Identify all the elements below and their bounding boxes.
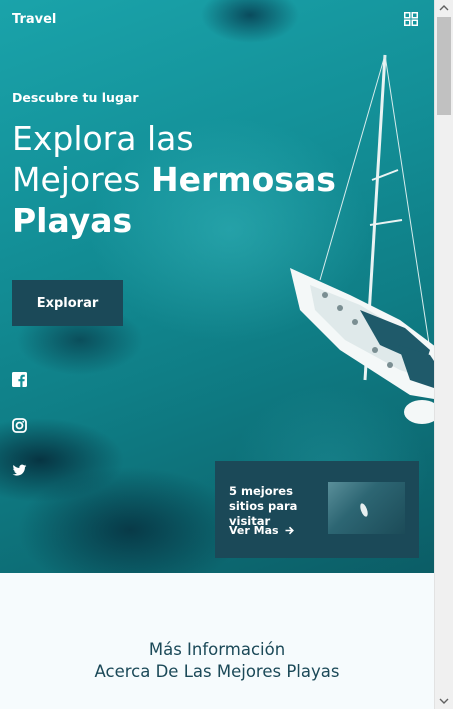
sailboat-illustration [290,54,434,424]
hero-headline: Explora las Mejores Hermosas Playas [12,118,352,241]
card-thumbnail-image[interactable] [328,482,405,534]
headline-line2-regular: Mejores [12,160,151,199]
see-more-label: Ver Mas [229,524,279,537]
explore-button[interactable]: Explorar [12,280,123,326]
more-info-line2: Acerca De Las Mejores Playas [94,662,340,681]
arrow-right-icon [285,526,294,535]
headline-line2-bold: Hermosas [150,160,336,199]
hero-eyebrow: Descubre tu lugar [12,90,139,105]
more-info-line1: Más Información [148,640,286,659]
page-viewport: Travel Descubre tu lugar Explora las Mej… [0,0,434,709]
scroll-down-arrow-icon[interactable] [435,692,453,709]
headline-line3-bold: Playas [12,201,133,240]
see-more-link[interactable]: Ver Mas [229,524,294,537]
scroll-up-arrow-icon[interactable] [435,0,453,17]
vertical-scrollbar[interactable] [434,0,453,709]
twitter-icon[interactable] [12,463,27,478]
instagram-icon[interactable] [12,418,27,433]
top-places-card: 5 mejores sitios para visitar Ver Mas [215,461,419,558]
scrollbar-thumb[interactable] [437,17,451,115]
facebook-icon[interactable] [12,372,27,387]
boat-thumbnail-icon [360,503,368,517]
hero-section: Travel Descubre tu lugar Explora las Mej… [0,0,434,573]
more-info-section: Más Información Acerca De Las Mejores Pl… [0,573,434,709]
brand-title[interactable]: Travel [12,12,56,27]
grid-menu-icon[interactable] [404,12,418,26]
card-title: 5 mejores sitios para visitar [229,484,298,528]
more-info-heading: Más Información Acerca De Las Mejores Pl… [0,639,434,683]
headline-line1: Explora las [12,119,194,158]
